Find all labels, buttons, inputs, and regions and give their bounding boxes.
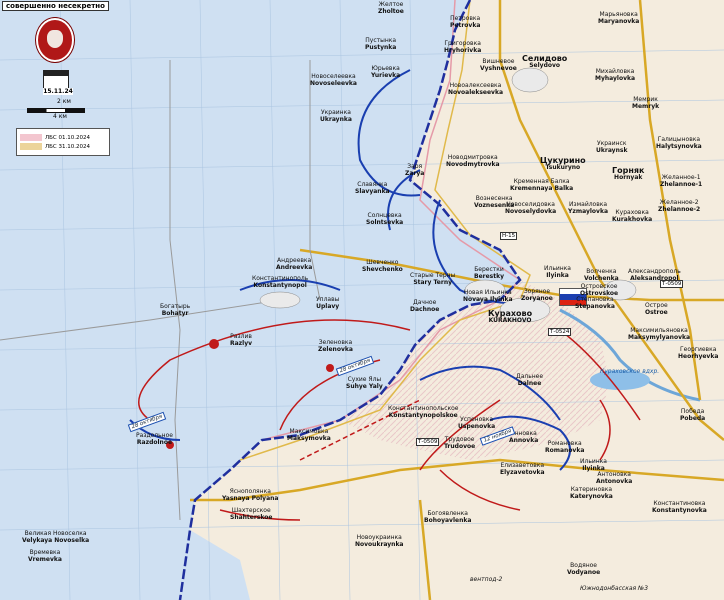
place-label: Желанное-2 Zhelannoe-2 <box>658 199 701 213</box>
place-label: Галицыновка Halytsynovka <box>656 136 702 150</box>
place-label: Желтое Zholtoe <box>378 1 404 15</box>
place-label: Измайловка Yzmaylovka <box>568 201 608 215</box>
place-label: Времевка Vremevka <box>28 549 62 563</box>
mine-label: вентпод-2 <box>470 576 503 583</box>
place-label: Пустынка Pustynka <box>365 37 397 51</box>
unit-logo-icon <box>36 18 74 62</box>
place-label: Константинопольское Konstantynopolskoe <box>388 405 459 419</box>
legend-swatch <box>20 134 42 141</box>
road-label: Т-0524 <box>548 328 572 336</box>
place-label: Славянка Slavyanka <box>355 181 390 195</box>
place-label: Георгиевка Heorhyevka <box>678 346 719 360</box>
place-label: Романовка Romanovka <box>545 440 585 454</box>
place-label: Победа Pobeda <box>680 408 706 422</box>
place-label: Кураховка Kurakhovka <box>612 209 653 223</box>
scale-bar: 2 км 4 км <box>25 98 85 122</box>
place-label: Максимильяновка Maksymylyanovka <box>628 327 691 341</box>
place-label: Антоновка Antonovka <box>596 471 633 485</box>
place-label: Кременная Балка Kremennaya Balka <box>510 178 574 192</box>
map-canvas <box>0 0 724 600</box>
place-label: Богоявленка Bohoyavlenka <box>424 510 472 524</box>
place-label: Селидово Selydovo <box>522 54 568 70</box>
scale-label-top: 2 км <box>57 98 71 105</box>
place-label: Новодмитровка Novodmytrovka <box>446 154 500 168</box>
place-label: Цукурино Tsukuryno <box>540 156 586 172</box>
place-label: Трудовое Trudovoe <box>444 436 476 450</box>
place-label: Волченка Volchenka <box>584 268 619 282</box>
scale-label-bottom: 4 км <box>53 113 67 120</box>
place-label: Великая Новоселка Velykaya Novoselka <box>22 530 90 544</box>
place-label: Вишневое Vyshnevoe <box>480 58 517 72</box>
place-label: Петровка Petrovka <box>450 15 481 29</box>
legend-item: ЛБС 01.10.2024 <box>20 134 106 141</box>
place-label: Марьяновка Maryanovka <box>598 11 640 25</box>
place-label: Острое Ostroe <box>645 302 668 316</box>
place-label: Новоселидовка Novoselydovka <box>505 201 557 215</box>
place-label: Михайловка Myhaylovka <box>595 68 636 82</box>
place-label: Успеновка Uspenovka <box>458 416 496 430</box>
place-label: Катериновка Katerynovka <box>570 486 613 500</box>
place-label: Раздольное Razdolnoe <box>136 432 173 446</box>
place-label: Елизаветовка Elyzavetovka <box>500 462 545 476</box>
legend: ЛБС 01.10.2024 ЛБС 31.10.2024 <box>16 128 110 156</box>
place-label: Желанное-1 Zhelannoe-1 <box>660 174 703 188</box>
place-label: Сухие Ялы Suhye Yaly <box>346 376 383 390</box>
place-label: Дальнее Dalnee <box>516 373 544 387</box>
place-label: Шевченко Shevchenko <box>362 259 403 273</box>
place-label: Ильинка Ilyinka <box>544 265 571 279</box>
battle-map: совершенно несекретно 15.11.24 2 км 4 км… <box>0 0 724 600</box>
place-label: Дачное Dachnoe <box>410 299 440 313</box>
place-label: Уплавы Uplavy <box>316 296 340 310</box>
header-title: совершенно несекретно <box>2 1 109 11</box>
place-label: Разлив Razlyv <box>230 333 253 347</box>
place-label: Курахово KURAKHOVO <box>488 309 533 325</box>
place-label: Берестки Berestky <box>474 266 505 280</box>
place-label: Юрьевка Yurievka <box>371 65 401 79</box>
place-label: Водяное Vodyanoe <box>567 562 601 576</box>
place-label: Мемрик Memryk <box>632 96 660 110</box>
place-label: Константиновка Konstantynovka <box>652 500 707 514</box>
place-label: Константинополь Konstantynopol <box>252 275 309 289</box>
road-label: Н-15 <box>500 232 518 240</box>
place-label: Максимовка Maksymovka <box>287 428 331 442</box>
mine-label: Южнодонбасская №3 <box>580 585 649 592</box>
road-label: Т-0509 <box>416 438 440 446</box>
legend-swatch <box>20 143 42 150</box>
place-label: Зоряное Zoryanoe <box>521 288 553 302</box>
place-label: Новоалексеевка Novoalekseevka <box>448 82 504 96</box>
legend-label: ЛБС 01.10.2024 <box>45 134 90 141</box>
legend-label: ЛБС 31.10.2024 <box>45 143 90 150</box>
place-label: Новая Ильинка Novaya Ilyinka <box>463 289 513 303</box>
place-label: Яснополянка Yasnaya Polyana <box>222 488 279 502</box>
place-label: Зеленовка Zelenovka <box>318 339 353 353</box>
place-label: Новоселеевка Novoseleevka <box>310 73 357 87</box>
waterbody-label: Кураховское вдхр. <box>600 368 660 375</box>
place-label: Украинск Ukraynsk <box>596 140 628 154</box>
place-label: Заря Zarya <box>405 163 425 177</box>
place-label: Островское Ostrovskoe <box>580 283 619 297</box>
place-label: Старые Терны Stary Terny <box>410 272 456 286</box>
map-date: 15.11.24 <box>43 88 73 95</box>
place-label: Андреевка Andreevka <box>276 257 313 271</box>
place-label: Степановка Stepanovka <box>575 296 615 310</box>
place-label: Ильинка Ilyinka <box>580 458 607 472</box>
place-label: Богатырь Bohatyr <box>160 303 191 317</box>
place-label: Шахтерское Shahterskoe <box>230 507 273 521</box>
legend-item: ЛБС 31.10.2024 <box>20 143 106 150</box>
road-label: Т-0509 <box>660 280 684 288</box>
place-label: Новоукраинка Novoukraynka <box>355 534 404 548</box>
place-label: Украинка Ukraynka <box>320 109 352 123</box>
place-label: Григоровка Hryhorivka <box>444 40 482 54</box>
place-label: Горняк Hornyak <box>612 166 645 182</box>
place-label: Солнцевка Solntsevka <box>366 212 404 226</box>
